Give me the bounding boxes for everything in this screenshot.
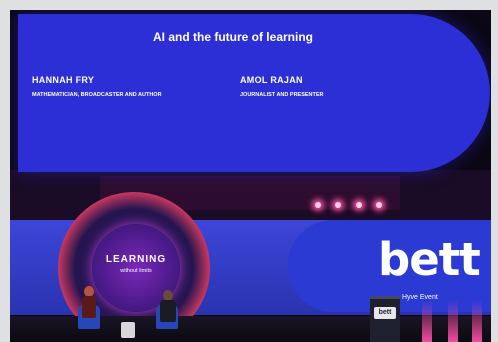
bett-logo: bett xyxy=(378,233,481,286)
stage-light xyxy=(335,202,341,208)
stage-light xyxy=(376,202,382,208)
speaker-amol-rajan: AMOL RAJAN JOURNALIST AND PRESENTER xyxy=(240,75,400,99)
podium-logo: bett xyxy=(374,307,396,319)
speaker-role: MATHEMATICIAN, BROADCASTER AND AUTHOR xyxy=(32,92,162,98)
speaker-name: AMOL RAJAN xyxy=(240,75,303,85)
learning-subtitle: without limits xyxy=(120,268,152,274)
session-title: AI and the future of learning xyxy=(152,30,313,44)
event-photo: AI and the future of learning HANNAH FRY… xyxy=(10,10,491,342)
pink-spotlight xyxy=(422,300,432,342)
learning-title: LEARNING xyxy=(105,254,167,265)
stage-light xyxy=(356,202,362,208)
pink-spotlight xyxy=(448,300,458,342)
speaker-role: JOURNALIST AND PRESENTER xyxy=(240,92,324,98)
speaker-hannah-fry: HANNAH FRY MATHEMATICIAN, BROADCASTER AN… xyxy=(32,75,192,99)
side-table xyxy=(121,322,135,338)
presentation-screen: AI and the future of learning HANNAH FRY… xyxy=(18,14,490,172)
podium xyxy=(370,296,400,342)
stage-light xyxy=(315,202,321,208)
torso xyxy=(82,296,96,318)
pink-spotlight xyxy=(472,300,482,342)
hyve-tagline: Hyve Event xyxy=(402,294,438,301)
torso xyxy=(160,300,176,322)
speaker-name: HANNAH FRY xyxy=(32,75,95,85)
